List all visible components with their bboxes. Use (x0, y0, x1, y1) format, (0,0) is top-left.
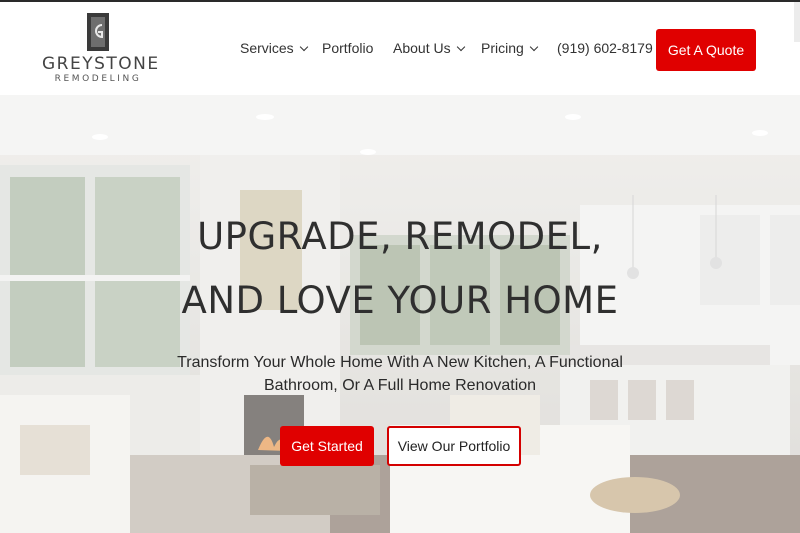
get-a-quote-button[interactable]: Get A Quote (656, 29, 756, 71)
hero-section: UPGRADE, REMODEL, AND LOVE YOUR HOME Tra… (0, 95, 800, 533)
nav-item-label: Portfolio (322, 40, 374, 56)
nav-item-pricing[interactable]: Pricing (481, 40, 539, 56)
get-started-button[interactable]: Get Started (280, 426, 374, 466)
hero-headline-line1: UPGRADE, REMODEL, (197, 215, 603, 258)
chevron-down-icon (529, 42, 539, 52)
nav-item-portfolio[interactable]: Portfolio (322, 40, 373, 56)
hero-subtitle-line1: Transform Your Whole Home With A New Kit… (177, 354, 623, 371)
phone-number: (919) 602-8179 (557, 40, 653, 56)
chevron-down-icon (456, 42, 465, 52)
nav-item-label: Pricing (481, 40, 524, 56)
scrollbar[interactable] (794, 2, 800, 42)
brand-name: GREYSTONE (42, 54, 160, 74)
nav-phone-link[interactable]: (919) 602-8179 (557, 40, 653, 56)
nav-item-label: Services (240, 40, 294, 56)
nav-item-about-us[interactable]: About Us (393, 40, 465, 56)
chevron-down-icon (299, 42, 308, 52)
nav-item-services[interactable]: Services (240, 40, 308, 56)
hero-subtitle-line2: Bathroom, Or A Full Home Renovation (263, 377, 537, 394)
site-header: GREYSTONE REMODELING Services Portfolio … (0, 2, 800, 95)
brand-logo[interactable]: GREYSTONE REMODELING (42, 13, 160, 89)
brand-tagline: REMODELING (54, 74, 142, 84)
nav-item-label: About Us (393, 40, 451, 56)
logo-mark-icon (87, 13, 109, 51)
hero-headline-line2: AND LOVE YOUR HOME (181, 279, 619, 322)
view-portfolio-button[interactable]: View Our Portfolio (387, 426, 521, 466)
